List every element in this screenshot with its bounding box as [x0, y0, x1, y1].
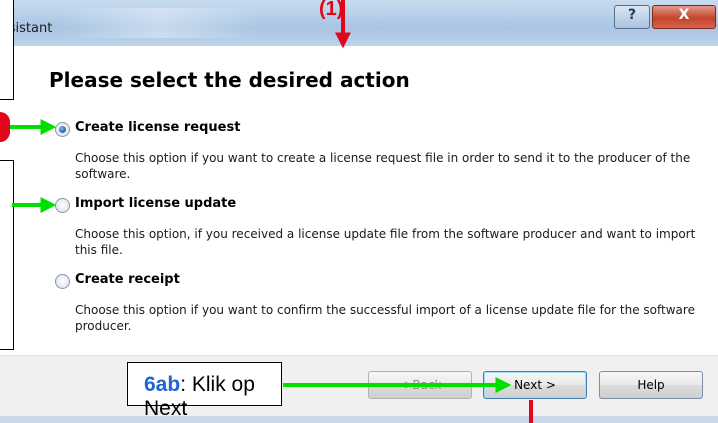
import-license-update-label[interactable]: Import license update — [75, 196, 236, 211]
create-receipt-radio[interactable] — [55, 274, 70, 289]
create-license-request-label[interactable]: Create license request — [75, 120, 240, 135]
callout-text: 6ab: Klik op Next — [144, 373, 281, 421]
callout-step: 6ab — [144, 373, 181, 396]
help-title-button[interactable]: ? — [614, 5, 650, 29]
close-window-button[interactable]: X — [652, 5, 716, 29]
left-callout-bottom — [0, 160, 14, 350]
create-license-request-radio[interactable] — [55, 122, 70, 137]
question-icon: ? — [627, 7, 637, 23]
import-license-update-description: Choose this option, if you received a li… — [75, 227, 696, 257]
step-marker-label: (1) — [319, 0, 344, 20]
title-bar: ssistant ? X — [0, 0, 718, 46]
close-icon: X — [678, 7, 690, 23]
page-title: Please select the desired action — [49, 68, 410, 92]
window-bottom-edge — [0, 416, 718, 423]
create-receipt-label[interactable]: Create receipt — [75, 272, 180, 287]
create-receipt-description: Choose this option if you want to confir… — [75, 303, 695, 333]
next-callout-box: 6ab: Klik op Next — [127, 362, 282, 420]
left-callout-top — [0, 0, 14, 100]
next-button[interactable]: Next > — [483, 371, 587, 399]
create-license-request-description: Choose this option if you want to create… — [75, 151, 691, 181]
help-button[interactable]: Help — [599, 371, 703, 399]
import-license-update-radio[interactable] — [55, 198, 70, 213]
title-bar-glare — [60, 8, 260, 38]
back-button[interactable]: < Back — [368, 371, 472, 399]
